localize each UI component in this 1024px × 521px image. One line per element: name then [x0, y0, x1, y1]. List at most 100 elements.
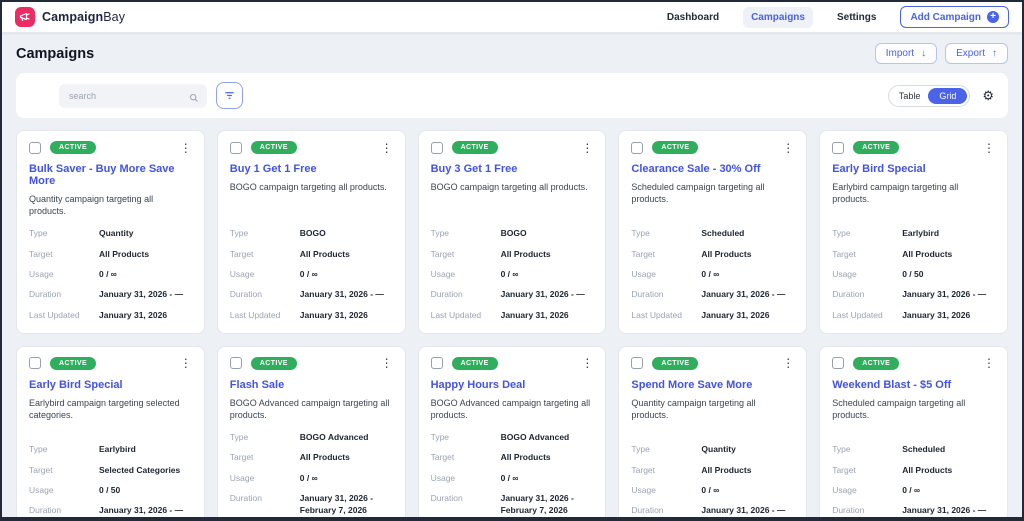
field-value: 0 / ∞	[99, 268, 117, 279]
kebab-menu-icon[interactable]: ⋮	[381, 357, 393, 369]
field-value: January 31, 2026 - February 7, 2026	[299, 493, 374, 516]
nav-settings[interactable]: Settings	[829, 7, 884, 28]
field-usage: Usage 0 / ∞	[631, 268, 794, 280]
field-last-updated: Last Updated January 31, 2026	[29, 309, 192, 321]
add-campaign-button[interactable]: Add Campaign +	[900, 6, 1009, 28]
kebab-menu-icon[interactable]: ⋮	[381, 142, 393, 154]
campaign-description: Scheduled campaign targeting all product…	[631, 182, 765, 205]
field-label: Target	[832, 464, 856, 475]
field-value: BOGO Advanced	[299, 432, 369, 443]
card-checkbox[interactable]	[832, 141, 845, 154]
field-target: Target All Products	[431, 451, 594, 463]
field-value: Earlybird	[902, 228, 940, 239]
field-duration: Duration January 31, 2026 - —	[631, 504, 794, 516]
campaign-title-link[interactable]: Bulk Saver - Buy More Save More	[29, 163, 192, 187]
kebab-menu-icon[interactable]: ⋮	[782, 142, 794, 154]
campaign-title-link[interactable]: Early Bird Special	[29, 379, 192, 391]
field-label: Type	[832, 228, 851, 239]
kebab-menu-icon[interactable]: ⋮	[581, 357, 593, 369]
field-value: January 31, 2026 - —	[902, 505, 987, 516]
plus-icon: +	[987, 11, 999, 23]
campaign-title-link[interactable]: Happy Hours Deal	[431, 379, 594, 391]
field-value: 0 / 50	[99, 485, 121, 496]
card-checkbox[interactable]	[229, 357, 242, 370]
toolbar-right: Table Grid ⚙	[887, 84, 994, 107]
field-usage: Usage 0 / ∞	[431, 268, 594, 280]
campaign-title-link[interactable]: Buy 1 Get 1 Free	[230, 163, 393, 175]
card-checkbox[interactable]	[631, 141, 644, 154]
field-label: Usage	[631, 485, 656, 496]
field-type: Type BOGO Advanced	[230, 431, 393, 443]
card-checkbox[interactable]	[832, 357, 845, 370]
campaign-fields: Type Scheduled Target All Products Usage…	[832, 433, 995, 517]
field-usage: Usage 0 / 50	[29, 484, 192, 496]
nav-campaigns[interactable]: Campaigns	[743, 6, 813, 28]
field-value: 0 / ∞	[902, 485, 921, 496]
campaign-title-link[interactable]: Early Bird Special	[832, 163, 995, 175]
campaign-title-link[interactable]: Clearance Sale - 30% Off	[631, 163, 794, 175]
kebab-menu-icon[interactable]: ⋮	[180, 357, 192, 369]
nav-dashboard[interactable]: Dashboard	[659, 7, 727, 28]
field-value: Scheduled	[701, 228, 745, 239]
import-button[interactable]: Import ↓	[874, 43, 938, 64]
card-header: ACTIVE ⋮	[229, 356, 393, 370]
card-checkbox[interactable]	[29, 357, 41, 370]
field-label: Type	[229, 228, 249, 239]
status-badge: ACTIVE	[50, 141, 97, 154]
campaign-title-link[interactable]: Flash Sale	[230, 379, 393, 391]
campaign-fields: Type Quantity Target All Products Usage …	[631, 433, 794, 517]
field-value: January 31, 2026 - —	[902, 289, 987, 300]
field-label: Target	[229, 452, 254, 463]
field-value: BOGO Advanced	[500, 432, 570, 443]
kebab-menu-icon[interactable]: ⋮	[983, 142, 995, 154]
status-badge: ACTIVE	[250, 356, 297, 370]
campaign-title-link[interactable]: Buy 3 Get 1 Free	[431, 163, 594, 175]
field-value: January 31, 2026 - —	[99, 289, 184, 300]
field-type: Type BOGO Advanced	[431, 431, 594, 443]
filter-button[interactable]	[216, 82, 243, 109]
table-view-button[interactable]: Table	[891, 88, 929, 104]
app-window: CampaignBay Dashboard Campaigns Settings…	[0, 0, 1024, 521]
kebab-menu-icon[interactable]: ⋮	[782, 357, 794, 369]
kebab-menu-icon[interactable]: ⋮	[581, 142, 593, 154]
card-checkbox[interactable]	[430, 357, 443, 370]
field-label: Type	[29, 444, 48, 455]
card-header: ACTIVE ⋮	[29, 141, 192, 154]
card-checkbox[interactable]	[29, 141, 41, 154]
search-icon	[189, 90, 199, 108]
field-value: All Products	[701, 464, 752, 475]
cards-grid: ACTIVE ⋮ Bulk Saver - Buy More Save More…	[16, 130, 1008, 517]
card-checkbox[interactable]	[229, 141, 242, 154]
field-value: All Products	[99, 248, 150, 259]
grid-view-button[interactable]: Grid	[928, 87, 968, 104]
gear-icon[interactable]: ⚙	[982, 89, 994, 102]
field-label: Usage	[229, 268, 255, 279]
kebab-menu-icon[interactable]: ⋮	[180, 142, 192, 154]
card-checkbox[interactable]	[430, 141, 443, 154]
card-checkbox[interactable]	[631, 357, 644, 370]
field-usage: Usage 0 / ∞	[431, 472, 594, 484]
field-label: Target	[29, 464, 53, 475]
search-input[interactable]	[59, 83, 207, 108]
field-label: Type	[430, 432, 450, 443]
field-label: Target	[430, 452, 455, 463]
campaign-fields: Type BOGO Target All Products Usage 0 / …	[230, 217, 393, 321]
megaphone-logo-icon	[15, 7, 35, 27]
title-row: Campaigns Import ↓ Export ↑	[16, 43, 1008, 64]
field-type: Type Earlybird	[832, 227, 995, 239]
field-value: All Products	[299, 452, 350, 463]
campaign-fields: Type Earlybird Target Selected Categorie…	[29, 433, 192, 517]
field-usage: Usage 0 / ∞	[230, 268, 393, 280]
field-usage: Usage 0 / ∞	[29, 268, 192, 280]
field-label: Target	[229, 248, 254, 259]
field-last-updated: Last Updated January 31, 2026	[431, 309, 594, 321]
field-label: Usage	[631, 268, 656, 279]
export-button[interactable]: Export ↑	[945, 43, 1008, 64]
campaign-title-link[interactable]: Spend More Save More	[631, 379, 794, 391]
field-target: Target All Products	[29, 248, 192, 260]
campaign-card: ACTIVE ⋮ Spend More Save More Quantity c…	[618, 345, 808, 517]
kebab-menu-icon[interactable]: ⋮	[983, 357, 995, 369]
campaign-title-link[interactable]: Weekend Blast - $5 Off	[832, 379, 995, 391]
field-value: Selected Categories	[99, 464, 181, 475]
campaign-card: ACTIVE ⋮ Clearance Sale - 30% Off Schedu…	[618, 130, 808, 334]
